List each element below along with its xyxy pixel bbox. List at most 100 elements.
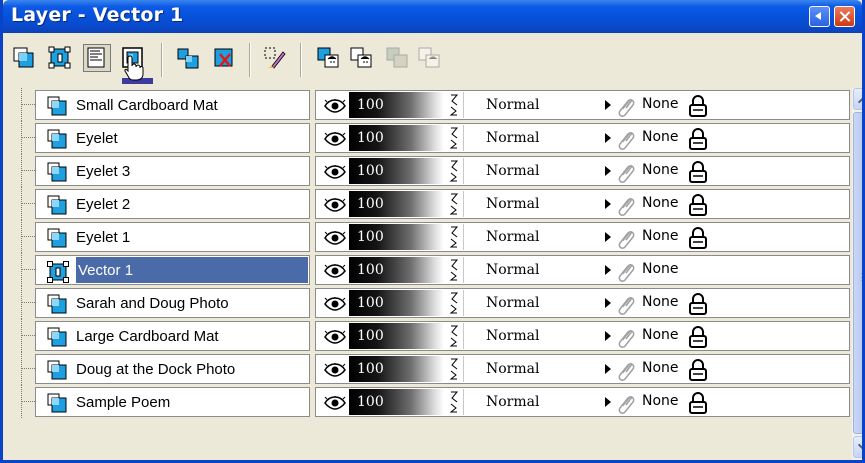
lock-icon[interactable] [689, 95, 707, 117]
new-art-media-layer-button[interactable] [83, 44, 111, 72]
opacity-spinner-icon[interactable] [449, 159, 459, 184]
link-mask-icon[interactable] [616, 293, 638, 315]
vertical-scrollbar[interactable] [852, 88, 862, 460]
link-mask-icon[interactable] [616, 128, 638, 150]
lock-icon[interactable] [689, 293, 707, 315]
link-mask-icon[interactable] [616, 161, 638, 183]
visibility-eye-icon[interactable] [324, 198, 346, 212]
show-all-layers-button[interactable] [316, 46, 340, 70]
opacity-slider[interactable]: 100 [349, 125, 444, 151]
visibility-eye-icon[interactable] [324, 363, 346, 377]
blend-mode-arrow-icon[interactable] [605, 232, 611, 242]
lock-icon[interactable] [689, 359, 707, 381]
layer-row[interactable]: Doug at the Dock Photo 100 Normal None [17, 352, 862, 385]
visibility-eye-icon[interactable] [324, 99, 346, 113]
link-mask-icon[interactable] [616, 227, 638, 249]
blend-mode-arrow-icon[interactable] [605, 100, 611, 110]
link-mask-icon[interactable] [616, 392, 638, 414]
opacity-spinner-icon[interactable] [449, 291, 459, 316]
opacity-spinner-icon[interactable] [449, 324, 459, 349]
layer-row[interactable]: Eyelet 2 100 Normal None [17, 187, 862, 220]
layer-name-cell[interactable]: Eyelet [35, 123, 310, 153]
unlock-layers-button[interactable] [417, 46, 441, 70]
lock-icon[interactable] [689, 227, 707, 249]
opacity-slider[interactable]: 100 [349, 92, 444, 118]
blend-mode-arrow-icon[interactable] [605, 166, 611, 176]
opacity-slider[interactable]: 100 [349, 191, 444, 217]
opacity-spinner-icon[interactable] [449, 93, 459, 118]
layer-name-cell[interactable]: Eyelet 1 [35, 222, 310, 252]
link-mask-icon[interactable] [616, 326, 638, 348]
blend-mode-dropdown[interactable]: Normal [463, 356, 601, 382]
layer-name-cell[interactable]: Large Cardboard Mat [35, 321, 310, 351]
opacity-spinner-icon[interactable] [449, 225, 459, 250]
layer-row[interactable]: Large Cardboard Mat 100 Normal None [17, 319, 862, 352]
blend-mode-dropdown[interactable]: Normal [463, 191, 601, 217]
layer-row[interactable]: Sample Poem 100 Normal None [17, 385, 862, 418]
blend-mode-arrow-icon[interactable] [605, 298, 611, 308]
duplicate-layer-button[interactable] [176, 46, 200, 70]
lock-icon[interactable] [689, 194, 707, 216]
lock-icon[interactable] [689, 326, 707, 348]
lock-layers-button[interactable] [385, 46, 409, 70]
scroll-thumb[interactable] [853, 112, 862, 434]
delete-layer-button[interactable] [212, 46, 236, 70]
opacity-spinner-icon[interactable] [449, 126, 459, 151]
opacity-spinner-icon[interactable] [449, 390, 459, 415]
blend-mode-arrow-icon[interactable] [605, 331, 611, 341]
layer-name-cell[interactable]: Sarah and Doug Photo [35, 288, 310, 318]
blend-mode-arrow-icon[interactable] [605, 199, 611, 209]
layer-row[interactable]: Eyelet 100 Normal None [17, 121, 862, 154]
blend-mode-dropdown[interactable]: Normal [463, 125, 601, 151]
lock-icon[interactable] [689, 392, 707, 414]
opacity-slider[interactable]: 100 [349, 356, 444, 382]
blend-mode-dropdown[interactable]: Normal [463, 389, 601, 415]
visibility-eye-icon[interactable] [324, 396, 346, 410]
blend-mode-arrow-icon[interactable] [605, 397, 611, 407]
visibility-eye-icon[interactable] [324, 132, 346, 146]
layer-name-cell[interactable]: Vector 1 [35, 255, 310, 285]
blend-mode-arrow-icon[interactable] [605, 364, 611, 374]
layer-row[interactable]: Small Cardboard Mat 100 Normal None [17, 88, 862, 121]
layer-row[interactable]: Sarah and Doug Photo 100 Normal None [17, 286, 862, 319]
layer-name-cell[interactable]: Doug at the Dock Photo [35, 354, 310, 384]
layer-row[interactable]: Vector 1 100 Normal None [17, 253, 862, 286]
edit-selection-button[interactable] [263, 46, 287, 70]
new-vector-layer-button[interactable] [48, 46, 72, 70]
blend-mode-dropdown[interactable]: Normal [463, 158, 601, 184]
blend-mode-dropdown[interactable]: Normal [463, 323, 601, 349]
opacity-slider[interactable]: 100 [349, 224, 444, 250]
visibility-eye-icon[interactable] [324, 165, 346, 179]
title-bar[interactable]: Layer - Vector 1 [3, 0, 862, 33]
layer-name-cell[interactable]: Small Cardboard Mat [35, 90, 310, 120]
blend-mode-arrow-icon[interactable] [605, 265, 611, 275]
lock-icon[interactable] [689, 128, 707, 150]
opacity-spinner-icon[interactable] [449, 357, 459, 382]
link-mask-icon[interactable] [616, 359, 638, 381]
link-mask-icon[interactable] [616, 260, 638, 282]
opacity-slider[interactable]: 100 [349, 290, 444, 316]
blend-mode-dropdown[interactable]: Normal [463, 224, 601, 250]
visibility-eye-icon[interactable] [324, 264, 346, 278]
new-raster-layer-button[interactable] [12, 46, 36, 70]
opacity-slider[interactable]: 100 [349, 257, 444, 283]
blend-mode-dropdown[interactable]: Normal [463, 290, 601, 316]
opacity-slider[interactable]: 100 [349, 389, 444, 415]
scroll-down-button[interactable] [853, 436, 862, 458]
link-mask-icon[interactable] [616, 194, 638, 216]
collapse-palette-button[interactable] [809, 6, 830, 27]
visibility-eye-icon[interactable] [324, 297, 346, 311]
opacity-slider[interactable]: 100 [349, 158, 444, 184]
layer-name-cell[interactable]: Eyelet 2 [35, 189, 310, 219]
close-button[interactable] [834, 6, 855, 27]
blend-mode-arrow-icon[interactable] [605, 133, 611, 143]
opacity-slider[interactable]: 100 [349, 323, 444, 349]
hide-all-layers-button[interactable] [349, 46, 373, 70]
layer-row[interactable]: Eyelet 3 100 Normal None [17, 154, 862, 187]
layer-row[interactable]: Eyelet 1 100 Normal None [17, 220, 862, 253]
opacity-spinner-icon[interactable] [449, 258, 459, 283]
scroll-up-button[interactable] [853, 88, 862, 110]
opacity-spinner-icon[interactable] [449, 192, 459, 217]
blend-mode-dropdown[interactable]: Normal [463, 92, 601, 118]
lock-icon[interactable] [689, 161, 707, 183]
